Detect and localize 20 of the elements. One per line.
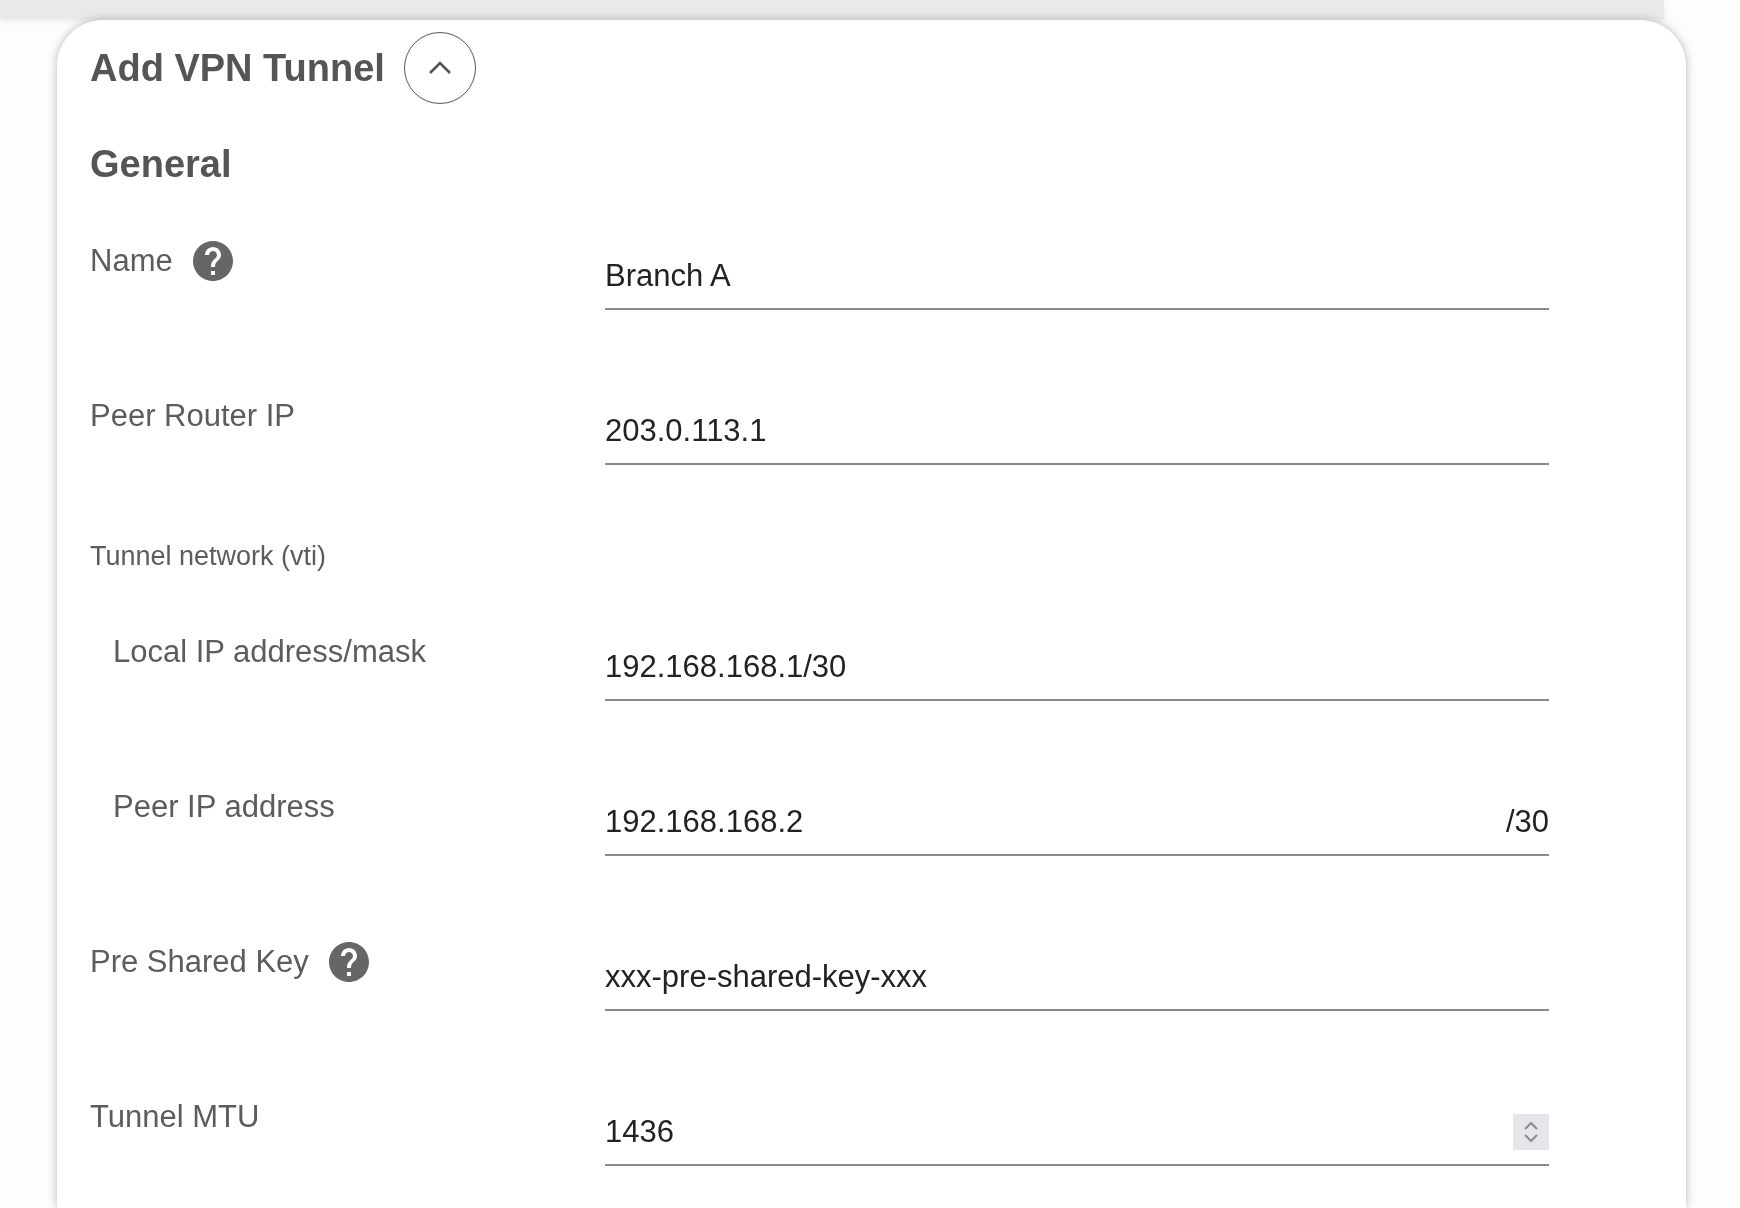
field-label: Peer IP address: [113, 789, 335, 825]
field-label: Peer Router IP: [90, 398, 296, 434]
panel-title: Add VPN Tunnel: [90, 46, 385, 91]
up-down-chevron-icon: [1523, 1121, 1539, 1143]
field-label: Name: [90, 243, 173, 279]
field-label: Pre Shared Key: [90, 944, 309, 980]
section-heading: General: [90, 142, 232, 187]
input-field[interactable]: 1436: [605, 1114, 1549, 1166]
input-field[interactable]: 203.0.113.1: [605, 413, 1549, 465]
help-icon[interactable]: [328, 942, 369, 982]
field-label: Tunnel MTU: [90, 1099, 260, 1135]
unit-suffix: /30: [1505, 804, 1549, 840]
field-label: Local IP address/mask: [113, 634, 427, 670]
input-field[interactable]: Branch A: [605, 258, 1549, 310]
group-label: Tunnel network (vti): [90, 540, 327, 572]
chevron-icon: [427, 61, 452, 75]
input-field[interactable]: 192.168.168.2 /30: [605, 804, 1549, 856]
help-icon[interactable]: [192, 241, 233, 281]
input-field[interactable]: 192.168.168.1/30: [605, 649, 1549, 701]
input-field[interactable]: xxx-pre-shared-key-xxx: [605, 959, 1549, 1011]
